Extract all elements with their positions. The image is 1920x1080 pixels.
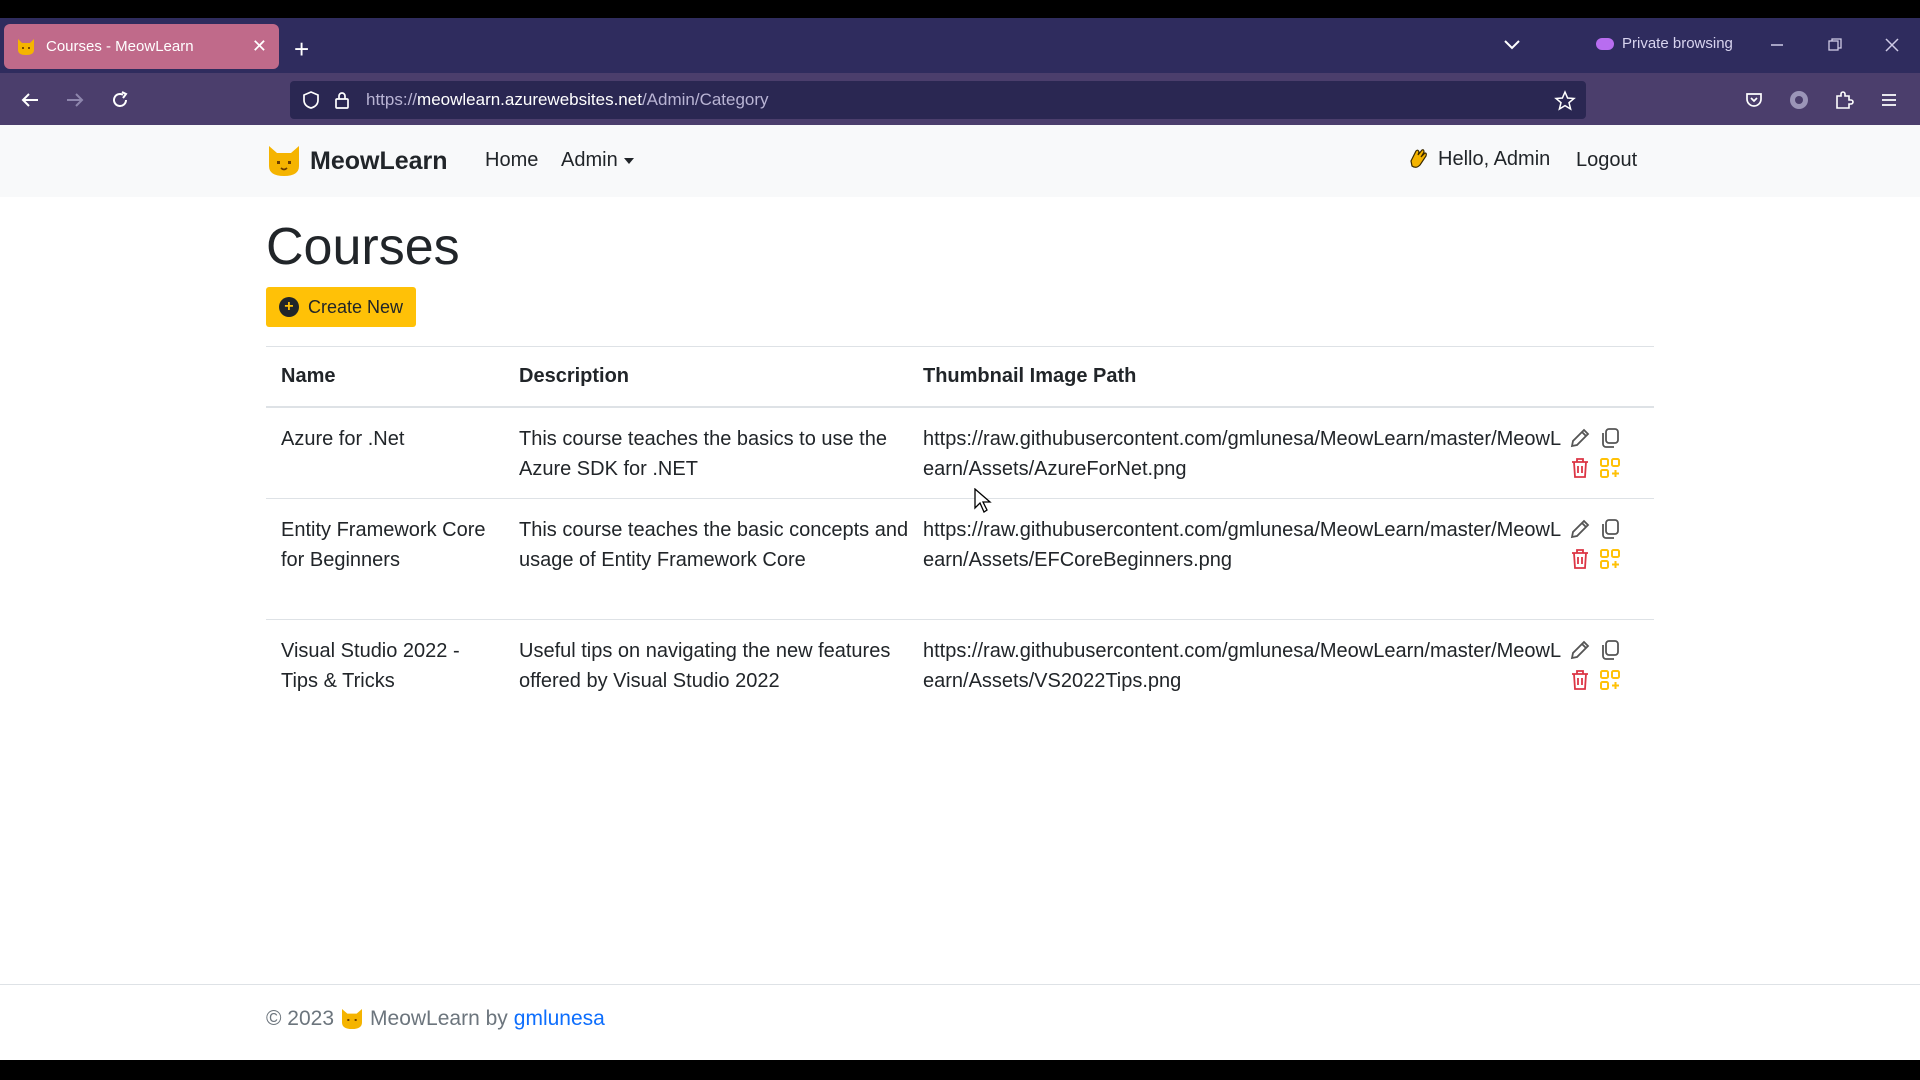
copy-icon[interactable] xyxy=(1598,638,1622,662)
plus-circle-icon: + xyxy=(278,297,299,317)
tab-close-icon[interactable]: ✕ xyxy=(252,36,267,57)
mouse-cursor-icon xyxy=(974,488,992,513)
url-path: /Admin/Category xyxy=(641,90,769,109)
meowlearn-logo-icon xyxy=(342,1009,363,1029)
course-thumbnail-path: https://raw.githubusercontent.com/gmlune… xyxy=(923,640,1562,692)
extensions-icon[interactable] xyxy=(1831,87,1857,113)
shield-icon[interactable] xyxy=(301,90,321,110)
browser-tab-bar: Courses - MeowLearn ✕ + Private browsing xyxy=(0,18,1920,73)
reload-icon[interactable] xyxy=(107,87,133,113)
hamburger-menu-icon[interactable] xyxy=(1876,87,1902,113)
row-actions xyxy=(1568,426,1628,486)
copy-icon[interactable] xyxy=(1598,517,1622,541)
copy-icon[interactable] xyxy=(1598,426,1622,450)
private-browsing-label: Private browsing xyxy=(1622,35,1733,52)
chevron-down-icon[interactable] xyxy=(1502,34,1522,54)
lock-icon[interactable] xyxy=(333,90,351,110)
course-description: Useful tips on navigating the new featur… xyxy=(519,640,891,692)
screen-top-border xyxy=(0,0,1920,18)
row-actions xyxy=(1568,517,1628,577)
course-thumbnail-path: https://raw.githubusercontent.com/gmlune… xyxy=(923,519,1562,571)
footer-author-link[interactable]: gmlunesa xyxy=(514,1007,605,1031)
pencil-icon[interactable] xyxy=(1568,517,1592,541)
meowlearn-favicon-icon xyxy=(18,38,34,55)
bookmark-star-icon[interactable] xyxy=(1554,90,1576,112)
grid-add-icon[interactable] xyxy=(1598,456,1622,480)
table-row: Visual Studio 2022 - Tips & Tricks Usefu… xyxy=(266,620,1654,712)
pocket-icon[interactable] xyxy=(1741,87,1767,113)
new-tab-button[interactable]: + xyxy=(294,36,309,62)
tab-title: Courses - MeowLearn xyxy=(46,38,194,55)
trash-icon[interactable] xyxy=(1568,456,1592,480)
account-icon[interactable] xyxy=(1786,87,1812,113)
table-header: Name Description Thumbnail Image Path xyxy=(266,346,1654,408)
web-page: MeowLearn Home Admin Hello, Admin Logout… xyxy=(0,125,1920,1060)
screen-bottom-border xyxy=(0,1060,1920,1080)
pencil-icon[interactable] xyxy=(1568,638,1592,662)
table-row: Entity Framework Core for Beginners This… xyxy=(266,499,1654,620)
footer-text: © 2023 MeowLearn by gmlunesa xyxy=(266,1007,605,1031)
forward-arrow-icon[interactable] xyxy=(62,87,88,113)
pencil-icon[interactable] xyxy=(1568,426,1592,450)
footer-copyright: © 2023 xyxy=(266,1007,335,1030)
waving-hand-icon xyxy=(1410,149,1427,168)
site-brand-link[interactable]: MeowLearn xyxy=(266,143,448,179)
site-navbar: MeowLearn Home Admin Hello, Admin Logout xyxy=(0,125,1920,197)
page-title: Courses xyxy=(266,218,460,276)
grid-add-icon[interactable] xyxy=(1598,547,1622,571)
url-host: meowlearn.azurewebsites.net xyxy=(417,90,642,109)
create-new-label: Create New xyxy=(307,296,404,317)
meowlearn-logo-icon xyxy=(269,146,299,176)
user-greeting: Hello, Admin xyxy=(1406,147,1550,171)
url-text: https://meowlearn.azurewebsites.net/Admi… xyxy=(366,90,769,110)
brand-name: MeowLearn xyxy=(310,146,448,175)
site-footer: © 2023 MeowLearn by gmlunesa xyxy=(0,984,1920,1060)
course-name: Entity Framework Core for Beginners xyxy=(281,519,486,571)
logout-link[interactable]: Logout xyxy=(1576,149,1637,172)
nav-admin-label: Admin xyxy=(561,149,618,171)
address-bar[interactable]: https://meowlearn.azurewebsites.net/Admi… xyxy=(290,81,1586,119)
column-header-name: Name xyxy=(281,365,336,387)
trash-icon[interactable] xyxy=(1568,668,1592,692)
course-description: This course teaches the basics to use th… xyxy=(519,428,887,480)
window-close-icon[interactable] xyxy=(1877,32,1907,58)
create-new-button[interactable]: + Create New xyxy=(266,287,416,327)
footer-brand-text: MeowLearn by xyxy=(370,1007,508,1030)
caret-down-icon xyxy=(623,157,634,164)
column-header-thumbnail-path: Thumbnail Image Path xyxy=(923,365,1137,387)
nav-home-link[interactable]: Home xyxy=(485,149,538,172)
table-row: Azure for .Net This course teaches the b… xyxy=(266,408,1654,499)
courses-table: Name Description Thumbnail Image Path Az… xyxy=(266,346,1654,712)
course-thumbnail-path: https://raw.githubusercontent.com/gmlune… xyxy=(923,428,1562,480)
url-scheme: https:// xyxy=(366,90,418,109)
trash-icon[interactable] xyxy=(1568,547,1592,571)
column-header-description: Description xyxy=(519,365,630,387)
row-actions xyxy=(1568,638,1628,698)
greeting-text: Hello, Admin xyxy=(1438,147,1551,170)
course-name: Azure for .Net xyxy=(281,428,405,450)
browser-tab-active[interactable]: Courses - MeowLearn ✕ xyxy=(4,24,279,69)
course-description: This course teaches the basic concepts a… xyxy=(519,519,909,571)
course-name: Visual Studio 2022 - Tips & Tricks xyxy=(281,640,460,692)
private-mask-icon xyxy=(1596,37,1614,50)
minimize-icon[interactable] xyxy=(1762,32,1792,58)
nav-admin-dropdown[interactable]: Admin xyxy=(561,149,636,172)
private-browsing-indicator: Private browsing xyxy=(1596,35,1733,52)
back-arrow-icon[interactable] xyxy=(17,87,43,113)
browser-toolbar: https://meowlearn.azurewebsites.net/Admi… xyxy=(0,73,1920,125)
grid-add-icon[interactable] xyxy=(1598,668,1622,692)
restore-icon[interactable] xyxy=(1820,32,1850,58)
